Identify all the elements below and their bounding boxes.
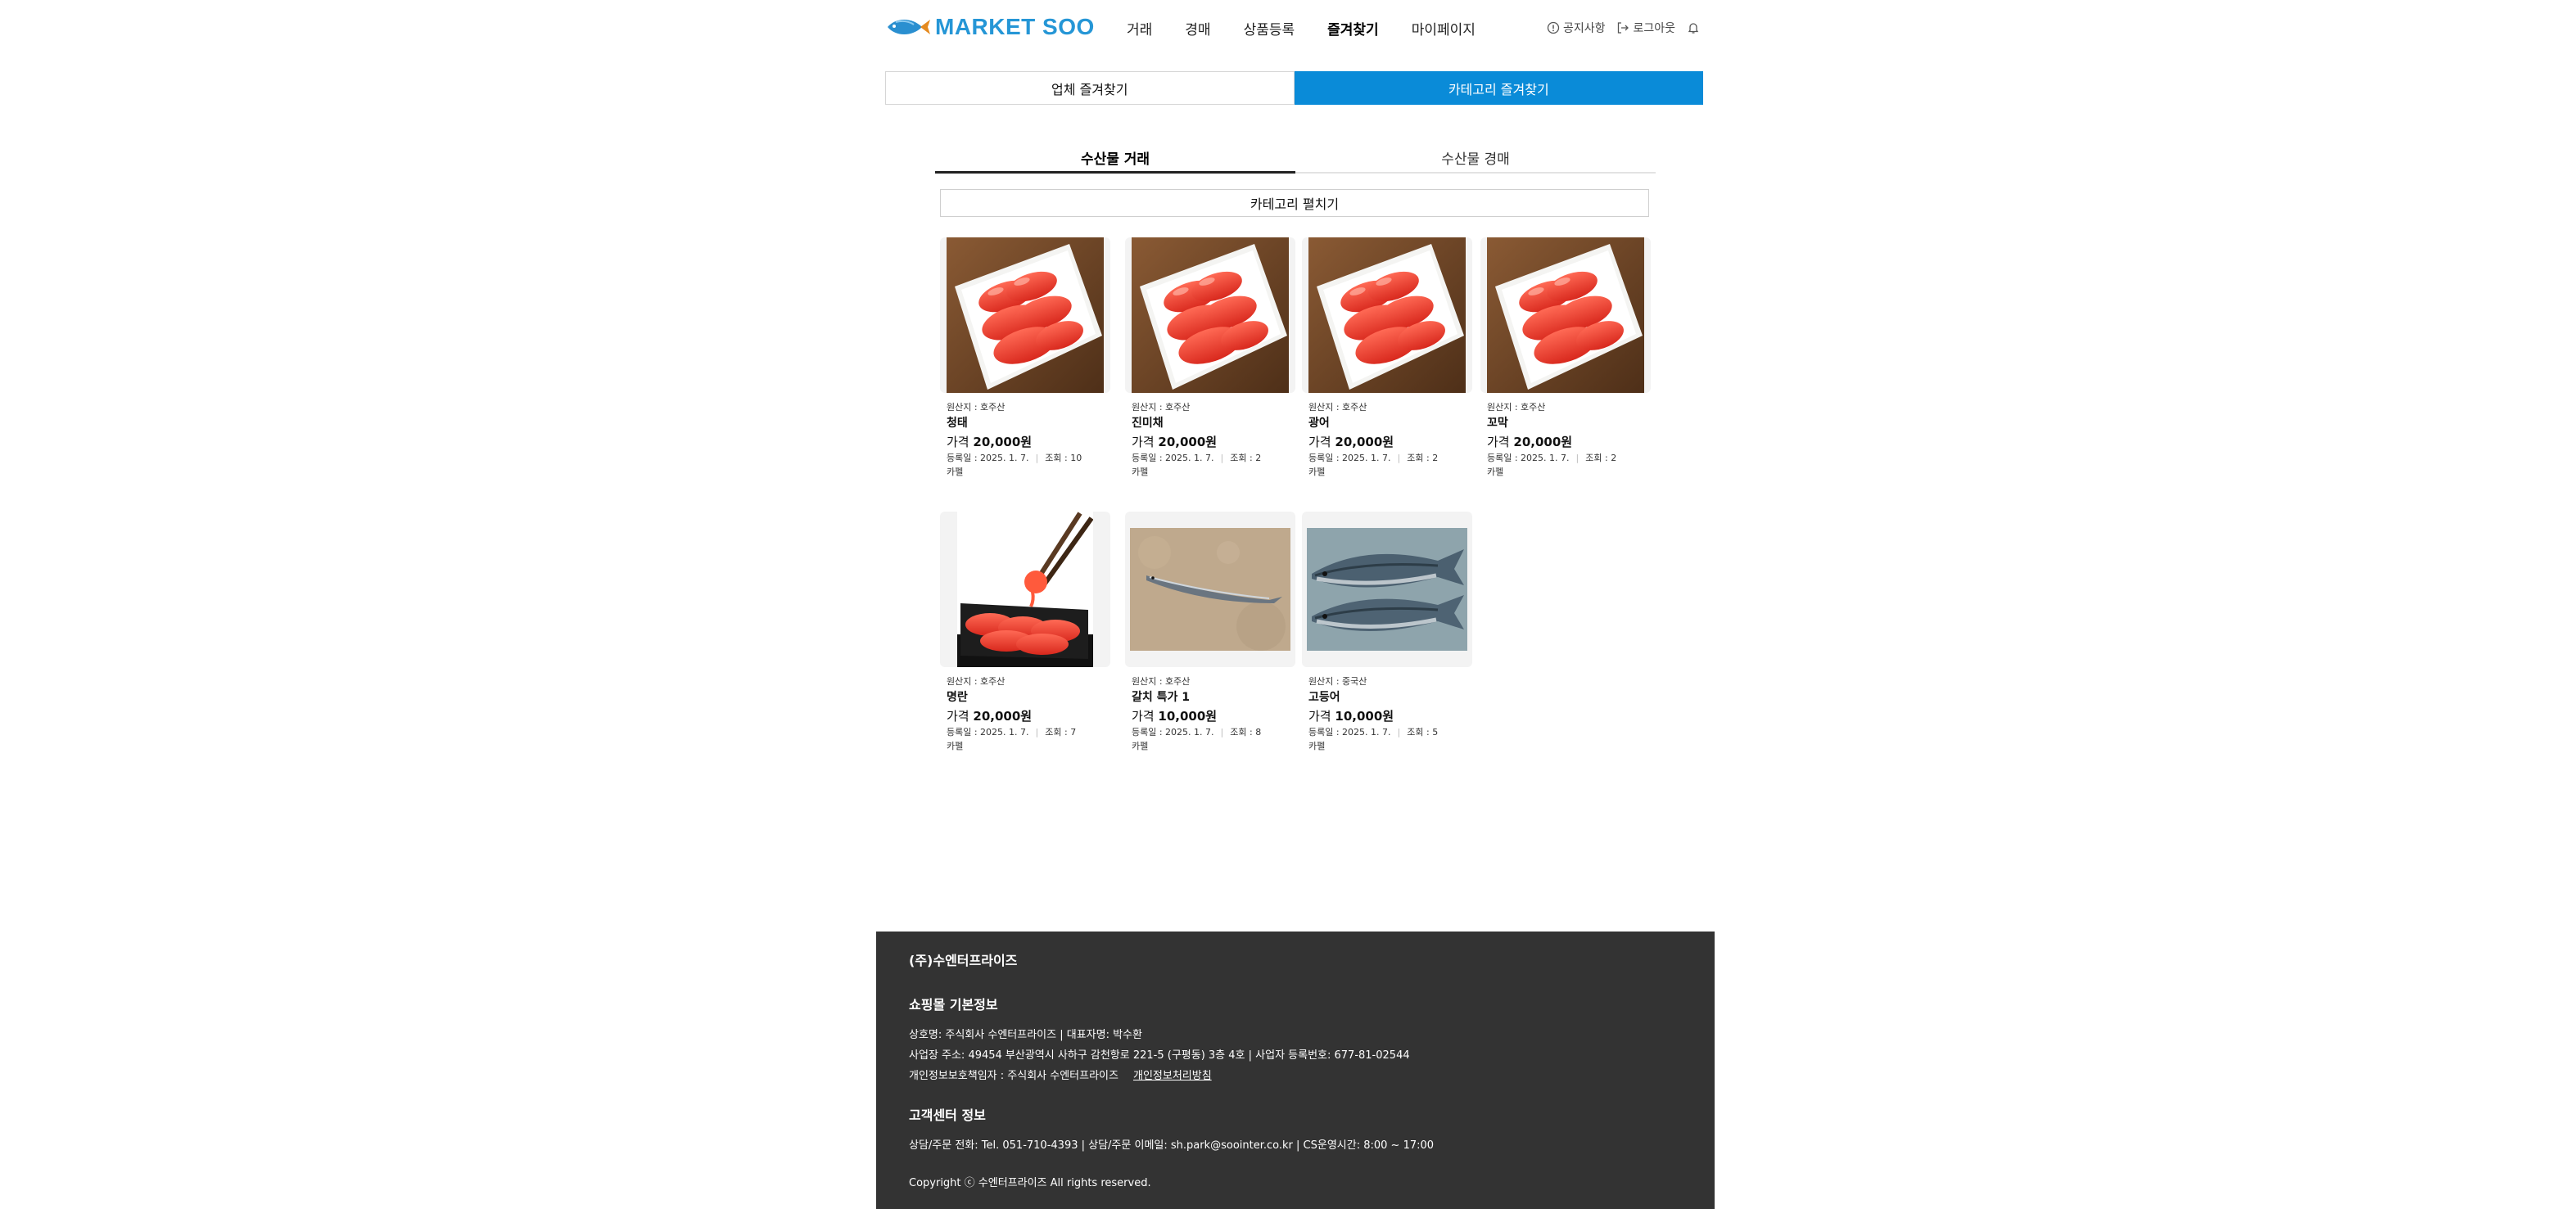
- product-image: [1302, 237, 1472, 393]
- product-unit: 카펠: [1308, 741, 1326, 751]
- product-unit: 카펠: [947, 467, 964, 477]
- nav-trade[interactable]: 거래: [1127, 18, 1152, 38]
- product-meta: 등록일 : 2025. 1. 7. | 조회 : 2: [1132, 453, 1262, 463]
- product-card[interactable]: 원산지 : 호주산 청태 가격 20,000원 등록일 : 2025. 1. 7…: [940, 237, 1110, 480]
- footer-cs-line: 상담/주문 전화: Tel. 051-710-4393 | 상담/주문 이메일:…: [909, 1139, 1435, 1152]
- footer-company-name: (주)수엔터프라이즈: [909, 953, 1018, 968]
- footer-privacy-line: 개인정보보호책임자 : 주식회사 수엔터프라이즈 개인정보처리방침: [909, 1066, 1715, 1086]
- market-type-tabs: 수산물 거래 수산물 경매: [935, 141, 1656, 174]
- bell-icon: [1688, 23, 1699, 34]
- product-meta: 등록일 : 2025. 1. 7. | 조회 : 7: [947, 727, 1077, 738]
- footer-copyright: Copyright ⓒ 수엔터프라이즈 All rights reserved.: [909, 1177, 1151, 1189]
- footer-cs-info: 고객센터 정보 상담/주문 전화: Tel. 051-710-4393 | 상담…: [909, 1104, 1715, 1156]
- header-utilities: 공지사항 로그아웃: [1535, 20, 1703, 36]
- tab-seafood-trade[interactable]: 수산물 거래: [935, 141, 1295, 174]
- notice-icon: [1547, 21, 1560, 34]
- product-image: [1302, 512, 1472, 667]
- nav-register-product[interactable]: 상품등록: [1244, 18, 1295, 38]
- product-image: [1125, 237, 1295, 393]
- product-unit: 카펠: [947, 741, 964, 751]
- product-origin: 원산지 : 호주산: [1308, 402, 1367, 413]
- product-name: 진미채: [1132, 417, 1164, 430]
- site-footer: (주)수엔터프라이즈 쇼핑몰 기본정보 상호명: 주식회사 수엔터프라이즈 | …: [876, 932, 1715, 1209]
- product-image: [940, 512, 1110, 667]
- product-name: 고등어: [1308, 691, 1340, 704]
- product-origin: 원산지 : 호주산: [947, 676, 1006, 687]
- footer-privacy-officer: 개인정보보호책임자 : 주식회사 수엔터프라이즈: [909, 1070, 1119, 1082]
- footer-cs-title: 고객센터 정보: [909, 1107, 986, 1123]
- product-meta: 등록일 : 2025. 1. 7. | 조회 : 8: [1132, 727, 1262, 738]
- tab-seafood-auction[interactable]: 수산물 경매: [1295, 141, 1656, 172]
- product-origin: 원산지 : 중국산: [1308, 676, 1367, 687]
- product-card[interactable]: 원산지 : 호주산 갈치 특가 1 가격 10,000원 등록일 : 2025.…: [1125, 512, 1295, 754]
- product-price: 가격 20,000원: [1308, 435, 1394, 449]
- logout-link[interactable]: 로그아웃: [1616, 20, 1675, 36]
- product-origin: 원산지 : 호주산: [1487, 402, 1546, 413]
- product-card[interactable]: 원산지 : 중국산 고등어 가격 10,000원 등록일 : 2025. 1. …: [1302, 512, 1472, 754]
- product-unit: 카펠: [1132, 467, 1149, 477]
- logo[interactable]: MARKET SOO: [884, 13, 1095, 41]
- nav-favorites[interactable]: 즐겨찾기: [1327, 18, 1379, 38]
- product-name: 청태: [947, 417, 968, 430]
- product-origin: 원산지 : 호주산: [1132, 402, 1191, 413]
- product-unit: 카펠: [1308, 467, 1326, 477]
- product-price: 가격 10,000원: [1308, 709, 1394, 724]
- product-meta: 등록일 : 2025. 1. 7. | 조회 : 5: [1308, 727, 1439, 738]
- tab-company-favorites[interactable]: 업체 즐겨찾기: [885, 71, 1295, 105]
- product-meta: 등록일 : 2025. 1. 7. | 조회 : 10: [947, 453, 1082, 463]
- product-card[interactable]: 원산지 : 호주산 광어 가격 20,000원 등록일 : 2025. 1. 7…: [1302, 237, 1472, 480]
- product-name: 광어: [1308, 417, 1330, 430]
- product-name: 갈치 특가 1: [1132, 691, 1191, 704]
- product-card[interactable]: 원산지 : 호주산 명란 가격 20,000원 등록일 : 2025. 1. 7…: [940, 512, 1110, 754]
- product-price: 가격 20,000원: [947, 709, 1033, 724]
- product-image: [1480, 237, 1651, 393]
- product-origin: 원산지 : 호주산: [1132, 676, 1191, 687]
- product-price: 가격 20,000원: [947, 435, 1033, 449]
- product-meta: 등록일 : 2025. 1. 7. | 조회 : 2: [1487, 453, 1617, 463]
- product-origin: 원산지 : 호주산: [947, 402, 1006, 413]
- product-name: 꼬막: [1487, 417, 1508, 430]
- footer-business-line: 상호명: 주식회사 수엔터프라이즈 | 대표자명: 박수환: [909, 1029, 1142, 1041]
- notification-button[interactable]: [1687, 21, 1703, 34]
- product-name: 명란: [947, 691, 968, 704]
- logout-label: 로그아웃: [1633, 22, 1675, 35]
- product-image: [940, 237, 1110, 393]
- product-price: 가격 20,000원: [1132, 435, 1218, 449]
- logout-icon: [1618, 22, 1629, 34]
- site-header: MARKET SOO 거래 경매 상품등록 즐겨찾기 마이페이지 공지사항 로그…: [884, 0, 1703, 54]
- product-price: 가격 10,000원: [1132, 709, 1218, 724]
- product-image: [1125, 512, 1295, 667]
- logo-text: MARKET SOO: [935, 14, 1095, 39]
- tab-category-favorites[interactable]: 카테고리 즐겨찾기: [1294, 71, 1703, 105]
- footer-shop-title: 쇼핑몰 기본정보: [909, 997, 998, 1013]
- product-card[interactable]: 원산지 : 호주산 진미채 가격 20,000원 등록일 : 2025. 1. …: [1125, 237, 1295, 480]
- main-nav: 거래 경매 상품등록 즐겨찾기 마이페이지: [1127, 18, 1508, 38]
- product-meta: 등록일 : 2025. 1. 7. | 조회 : 2: [1308, 453, 1439, 463]
- nav-mypage[interactable]: 마이페이지: [1412, 18, 1476, 38]
- footer-shop-info: 쇼핑몰 기본정보 상호명: 주식회사 수엔터프라이즈 | 대표자명: 박수환 사…: [909, 994, 1715, 1086]
- nav-auction[interactable]: 경매: [1185, 18, 1210, 38]
- product-unit: 카펠: [1487, 467, 1504, 477]
- notice-label: 공지사항: [1562, 22, 1606, 35]
- product-unit: 카펠: [1132, 741, 1149, 751]
- product-card[interactable]: 원산지 : 호주산 꼬막 가격 20,000원 등록일 : 2025. 1. 7…: [1480, 237, 1651, 480]
- footer-address-line: 사업장 주소: 49454 부산광역시 사하구 감천항로 221-5 (구평동)…: [909, 1049, 1410, 1062]
- privacy-policy-link[interactable]: 개인정보처리방침: [1133, 1070, 1212, 1082]
- fish-logo-icon: [888, 20, 930, 34]
- favorite-type-tabs: 업체 즐겨찾기 카테고리 즐겨찾기: [885, 71, 1703, 105]
- expand-categories-button[interactable]: 카테고리 펼치기: [940, 189, 1649, 217]
- product-price: 가격 20,000원: [1487, 435, 1573, 449]
- notice-link[interactable]: 공지사항: [1547, 20, 1606, 36]
